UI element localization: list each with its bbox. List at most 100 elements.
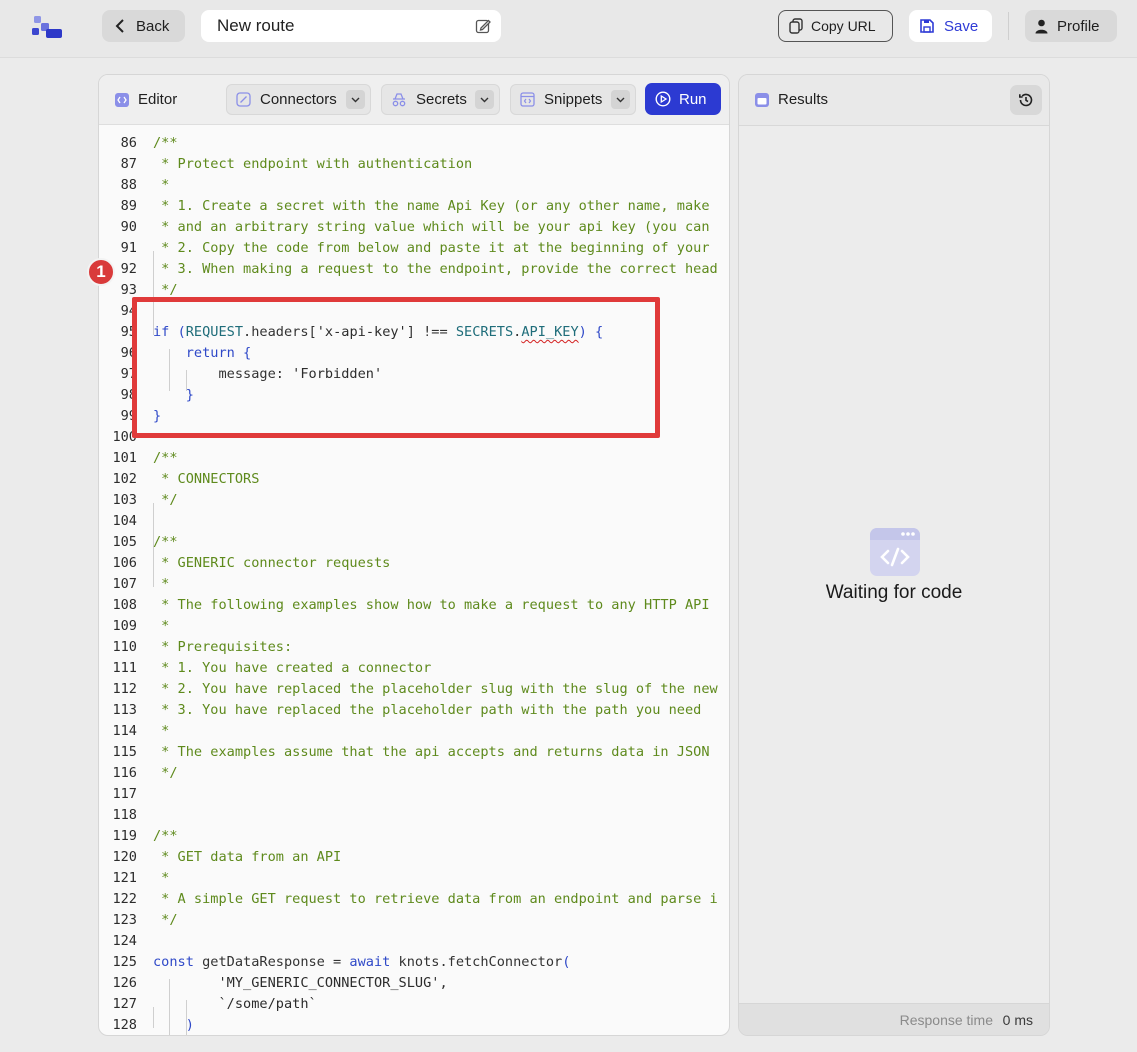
code-line[interactable]: 92 * 3. When making a request to the end…	[99, 259, 729, 280]
code-line[interactable]: 97 message: 'Forbidden'	[99, 364, 729, 385]
code-line[interactable]: 101 /**	[99, 448, 729, 469]
code-line[interactable]: 95 if (REQUEST.headers['x-api-key'] !== S…	[99, 322, 729, 343]
line-number: 125	[112, 954, 137, 970]
code-line[interactable]: 105 /**	[99, 532, 729, 553]
code-line[interactable]: 127 `/some/path`	[99, 994, 729, 1015]
code-line[interactable]: 118	[99, 805, 729, 826]
code-text: * 1. You have created a connector	[153, 660, 432, 676]
code-line[interactable]: 110 * Prerequisites:	[99, 637, 729, 658]
connectors-dropdown[interactable]: Connectors	[226, 84, 371, 115]
code-text: * The examples assume that the api accep…	[153, 744, 710, 760]
code-placeholder-icon	[870, 528, 920, 576]
code-line[interactable]: 99}	[99, 406, 729, 427]
code-line[interactable]: 109 *	[99, 616, 729, 637]
code-line[interactable]: 115 * The examples assume that the api a…	[99, 742, 729, 763]
code-line[interactable]: 112 * 2. You have replaced the placehold…	[99, 679, 729, 700]
code-text: /**	[153, 450, 178, 466]
code-line[interactable]: 87 * Protect endpoint with authenticatio…	[99, 154, 729, 175]
code-line[interactable]: 104	[99, 511, 729, 532]
copy-url-label: Copy URL	[811, 18, 876, 34]
line-number: 95	[120, 324, 137, 340]
secrets-dropdown[interactable]: Secrets	[381, 84, 500, 115]
code-line[interactable]: 116 */	[99, 763, 729, 784]
line-number: 104	[112, 513, 137, 529]
code-line[interactable]: 86 /**	[99, 133, 729, 154]
code-line[interactable]: 103 */	[99, 490, 729, 511]
code-text: *	[153, 723, 170, 739]
code-line[interactable]: 114 *	[99, 721, 729, 742]
code-line[interactable]: 90 * and an arbitrary string value which…	[99, 217, 729, 238]
code-line[interactable]: 120 * GET data from an API	[99, 847, 729, 868]
code-text: * A simple GET request to retrieve data …	[153, 891, 718, 907]
code-line[interactable]: 122 * A simple GET request to retrieve d…	[99, 889, 729, 910]
code-line[interactable]: 119 /**	[99, 826, 729, 847]
code-line[interactable]: 126 'MY_GENERIC_CONNECTOR_SLUG',	[99, 973, 729, 994]
code-line[interactable]: 91 * 2. Copy the code from below and pas…	[99, 238, 729, 259]
line-number: 110	[112, 639, 137, 655]
route-title-field[interactable]: New route	[201, 10, 501, 42]
results-toolbar: Results	[739, 75, 1049, 126]
code-line[interactable]: 113 * 3. You have replaced the placehold…	[99, 700, 729, 721]
editor-title-group: Editor	[115, 91, 177, 108]
snippets-icon	[520, 92, 535, 107]
chevron-down-icon	[611, 90, 630, 109]
code-line[interactable]: 124	[99, 931, 729, 952]
waiting-message: Waiting for code	[825, 582, 963, 603]
line-number: 118	[112, 807, 137, 823]
code-text: */	[153, 765, 178, 781]
run-label: Run	[679, 90, 707, 108]
code-text: if (REQUEST.headers['x-api-key'] !== SEC…	[153, 324, 604, 340]
code-line[interactable]: 94	[99, 301, 729, 322]
line-number: 102	[112, 471, 137, 487]
code-text: * GENERIC connector requests	[153, 555, 391, 571]
line-number: 89	[120, 198, 137, 214]
code-line[interactable]: 111 * 1. You have created a connector	[99, 658, 729, 679]
code-editor[interactable]: 86 /** 87 * Protect endpoint with authenti…	[99, 125, 729, 1035]
code-text: * Prerequisites:	[153, 639, 293, 655]
code-text: *	[153, 177, 170, 193]
code-line[interactable]: 121 *	[99, 868, 729, 889]
code-text: * 2. You have replaced the placeholder s…	[153, 681, 718, 697]
line-number: 99	[120, 408, 137, 424]
editor-panel: Editor Connectors Secrets Snippets Run 8…	[98, 74, 730, 1036]
code-line[interactable]: 96 return {	[99, 343, 729, 364]
code-line[interactable]: 88 *	[99, 175, 729, 196]
save-label: Save	[944, 17, 979, 35]
code-text: *	[153, 870, 170, 886]
edit-icon[interactable]	[475, 18, 491, 34]
line-number: 87	[120, 156, 137, 172]
snippets-dropdown[interactable]: Snippets	[510, 84, 636, 115]
code-line[interactable]: 106 * GENERIC connector requests	[99, 553, 729, 574]
history-button[interactable]	[1010, 85, 1042, 115]
line-number: 112	[112, 681, 137, 697]
code-line[interactable]: 93 */	[99, 280, 729, 301]
save-button[interactable]: Save	[909, 10, 992, 42]
copy-url-button[interactable]: Copy URL	[778, 10, 893, 42]
line-number: 126	[112, 975, 137, 991]
save-icon	[920, 19, 934, 33]
code-line[interactable]: 108 * The following examples show how to…	[99, 595, 729, 616]
code-line[interactable]: 89 * 1. Create a secret with the name Ap…	[99, 196, 729, 217]
code-line[interactable]: 128 )	[99, 1015, 729, 1035]
code-line[interactable]: 107 *	[99, 574, 729, 595]
code-line[interactable]: 117	[99, 784, 729, 805]
profile-button[interactable]: Profile	[1025, 10, 1117, 42]
code-line[interactable]: 100	[99, 427, 729, 448]
chevron-down-icon	[346, 90, 365, 109]
results-title-group: Results	[755, 91, 828, 108]
code-text: return {	[185, 345, 252, 361]
back-button[interactable]: Back	[102, 10, 185, 42]
code-line[interactable]: 123 */	[99, 910, 729, 931]
code-text: * and an arbitrary string value which wi…	[153, 219, 710, 235]
code-text: */	[153, 492, 178, 508]
line-number: 106	[112, 555, 137, 571]
response-time-value: 0 ms	[1002, 1012, 1033, 1028]
code-line[interactable]: 98 }	[99, 385, 729, 406]
app-logo-icon[interactable]	[30, 14, 64, 40]
line-number: 86	[120, 135, 137, 151]
line-number: 93	[120, 282, 137, 298]
code-line[interactable]: 125 const getDataResponse = await knots.f…	[99, 952, 729, 973]
code-line[interactable]: 102 * CONNECTORS	[99, 469, 729, 490]
run-button[interactable]: Run	[645, 83, 721, 115]
line-number: 90	[120, 219, 137, 235]
